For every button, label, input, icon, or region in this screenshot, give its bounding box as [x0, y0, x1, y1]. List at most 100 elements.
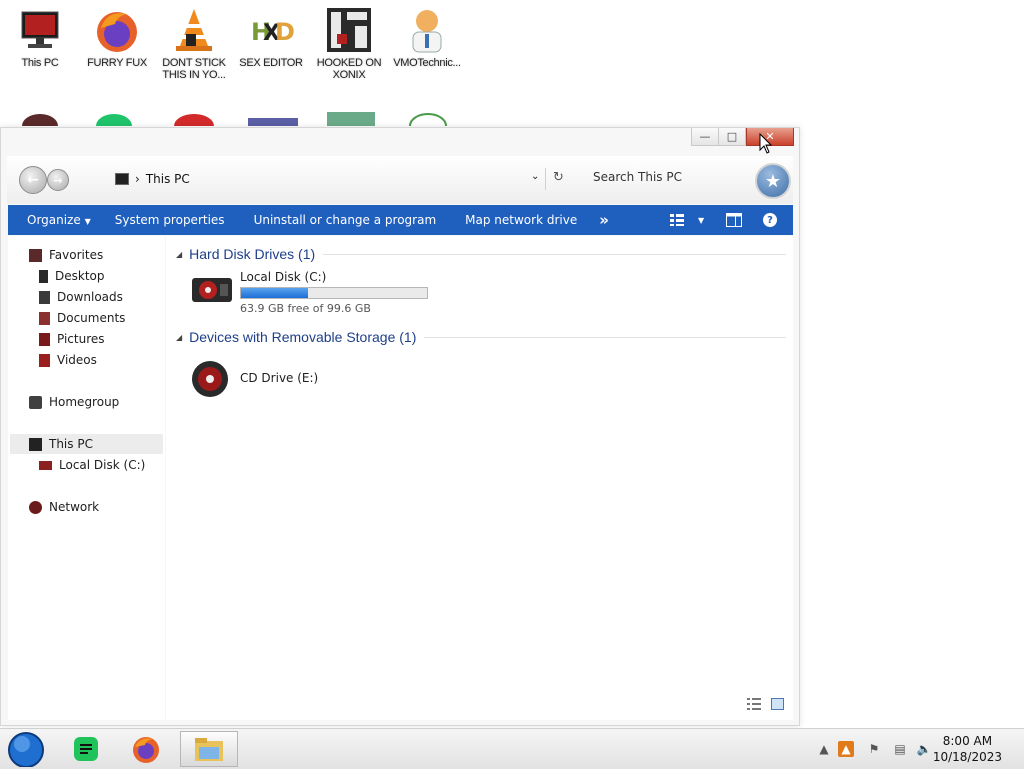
file-explorer-window: — □ ✕ ← → › This PC ⌄ ↻ Search This PC ★…	[0, 127, 800, 726]
desktop-icon-furry-fux[interactable]: FURRY FUX	[79, 6, 155, 69]
nav-local-disk[interactable]: Local Disk (C:)	[39, 455, 145, 475]
system-properties-button[interactable]: System properties	[115, 213, 225, 227]
nav-downloads[interactable]: Downloads	[39, 287, 123, 307]
volume-icon[interactable]: 🔈	[916, 741, 932, 757]
back-button[interactable]: ←	[19, 166, 47, 194]
hard-drive-icon	[192, 278, 232, 302]
organize-button[interactable]: Organize ▼	[27, 213, 91, 227]
partial-desktop-icon[interactable]	[20, 112, 60, 126]
desktop-icon-label: HOOKED ON XONIX	[316, 57, 382, 81]
help-button[interactable]: ?	[763, 205, 777, 235]
desktop: This PC FURRY FUX DONT STICK THIS IN YO.…	[0, 0, 1024, 730]
disk-usage-fill	[241, 288, 308, 298]
desktop-icon-dont-stick[interactable]: DONT STICK THIS IN YO...	[156, 6, 232, 81]
desktop-icon-this-pc[interactable]: This PC	[2, 6, 78, 69]
group-header-removable-storage[interactable]: ◢ Devices with Removable Storage (1)	[176, 329, 786, 345]
desktop-icon-sex-editor[interactable]: HXD SEX EDITOR	[233, 6, 309, 69]
hard-drive-icon	[39, 460, 52, 470]
local-disk-name: Local Disk (C:)	[240, 270, 327, 284]
action-center-flag-icon[interactable]: ⚑	[866, 741, 882, 757]
navigation-bar: ← → › This PC ⌄ ↻ Search This PC ★	[7, 156, 793, 204]
uninstall-program-button[interactable]: Uninstall or change a program	[254, 213, 437, 227]
minimize-button[interactable]: —	[691, 128, 719, 146]
tray-app-icon[interactable]: ▲	[838, 741, 854, 757]
nav-homegroup[interactable]: Homegroup	[29, 392, 119, 412]
partial-desktop-icon[interactable]	[248, 112, 298, 126]
pictures-icon	[39, 332, 50, 346]
dropdown-arrow-icon: ▼	[698, 215, 705, 225]
computer-icon	[16, 6, 64, 54]
nav-documents[interactable]: Documents	[39, 308, 125, 328]
group-divider	[323, 253, 786, 255]
computer-small-icon	[115, 173, 129, 185]
nav-pictures[interactable]: Pictures	[39, 329, 105, 349]
content-pane: ◢ Hard Disk Drives (1) Local Disk (C:) 6…	[166, 236, 793, 720]
arrow-left-icon: ←	[27, 172, 39, 188]
search-input[interactable]: Search This PC	[593, 170, 682, 184]
partial-desktop-icon[interactable]	[327, 112, 375, 126]
dropdown-arrow-icon: ▼	[84, 217, 91, 226]
disk-free-space: 63.9 GB free of 99.6 GB	[240, 302, 371, 315]
downloads-icon	[39, 290, 50, 304]
clock-time: 8:00 AM	[942, 734, 993, 748]
desktop-icon-label: SEX EDITOR	[239, 57, 303, 69]
partial-desktop-icon[interactable]	[94, 112, 134, 126]
firefox-icon	[93, 6, 141, 54]
map-network-drive-button[interactable]: Map network drive	[465, 213, 577, 227]
taskbar-notes-app[interactable]	[58, 731, 114, 767]
collapse-triangle-icon: ◢	[176, 249, 183, 259]
taskbar-firefox[interactable]	[118, 731, 174, 767]
clock-date: 10/18/2023	[932, 750, 1002, 764]
start-orb-icon	[8, 732, 44, 767]
show-hidden-icons-button[interactable]: ▲	[816, 741, 832, 757]
cd-drive-item[interactable]: CD Drive (E:)	[190, 358, 318, 400]
command-bar: Organize ▼ System properties Uninstall o…	[8, 205, 793, 235]
address-bar[interactable]: › This PC ⌄ ↻	[103, 168, 564, 190]
network-tray-icon[interactable]: ▤	[892, 741, 908, 757]
details-view-icon[interactable]	[747, 698, 761, 713]
nav-network[interactable]: Network	[29, 497, 99, 517]
desktop-icon-vmotechnic[interactable]: VMOTechnic...	[389, 6, 465, 69]
large-icons-view-icon[interactable]	[771, 698, 784, 713]
start-button[interactable]	[0, 731, 52, 767]
doctor-icon	[403, 6, 451, 54]
refresh-icon[interactable]: ↻	[553, 170, 564, 185]
chevron-right-icon: ›	[135, 172, 140, 186]
nav-this-pc[interactable]: This PC	[10, 434, 163, 454]
desktop-icon-label: FURRY FUX	[87, 57, 147, 69]
hxd-icon: HXD	[247, 6, 295, 54]
videos-icon	[39, 353, 50, 367]
nav-desktop[interactable]: Desktop	[39, 266, 105, 286]
taskbar: ▲ ▲ ⚑ ▤ 🔈 8:00 AM 10/18/2023	[0, 728, 1024, 769]
taskbar-file-explorer[interactable]	[180, 731, 238, 767]
preview-pane-button[interactable]	[726, 205, 742, 235]
forward-button[interactable]: →	[47, 169, 69, 191]
title-bar[interactable]: — □ ✕	[1, 128, 799, 152]
partial-desktop-icon[interactable]	[172, 112, 216, 126]
collapse-triangle-icon: ◢	[176, 332, 183, 342]
cd-drive-icon	[192, 361, 228, 397]
partial-desktop-icon[interactable]	[408, 112, 448, 126]
group-divider	[424, 336, 786, 338]
mouse-cursor-icon	[759, 132, 773, 158]
desktop-icon-hooked-on-xonix[interactable]: HOOKED ON XONIX	[311, 6, 387, 81]
address-divider	[545, 168, 546, 190]
firefox-icon	[133, 737, 159, 763]
view-options-button[interactable]: ▼	[670, 205, 704, 235]
maximize-button[interactable]: □	[718, 128, 746, 146]
computer-small-icon	[29, 437, 42, 451]
address-dropdown-icon[interactable]: ⌄	[531, 171, 539, 182]
nav-favorites[interactable]: Favorites	[29, 245, 103, 265]
nav-videos[interactable]: Videos	[39, 350, 97, 370]
local-disk-item[interactable]: Local Disk (C:) 63.9 GB free of 99.6 GB	[190, 270, 428, 315]
folder-icon	[195, 738, 223, 761]
group-header-hard-disk-drives[interactable]: ◢ Hard Disk Drives (1)	[176, 246, 786, 262]
system-clock[interactable]: 8:00 AM 10/18/2023	[933, 733, 1002, 765]
arrow-right-icon: →	[53, 173, 63, 187]
breadcrumb[interactable]: This PC	[146, 172, 190, 186]
view-list-icon	[670, 214, 684, 226]
more-commands-button[interactable]: »	[599, 211, 609, 229]
favorite-star-icon[interactable]: ★	[755, 163, 791, 199]
cd-drive-name: CD Drive (E:)	[240, 371, 319, 385]
navigation-pane: Favorites Desktop Downloads Documents Pi…	[8, 236, 165, 720]
